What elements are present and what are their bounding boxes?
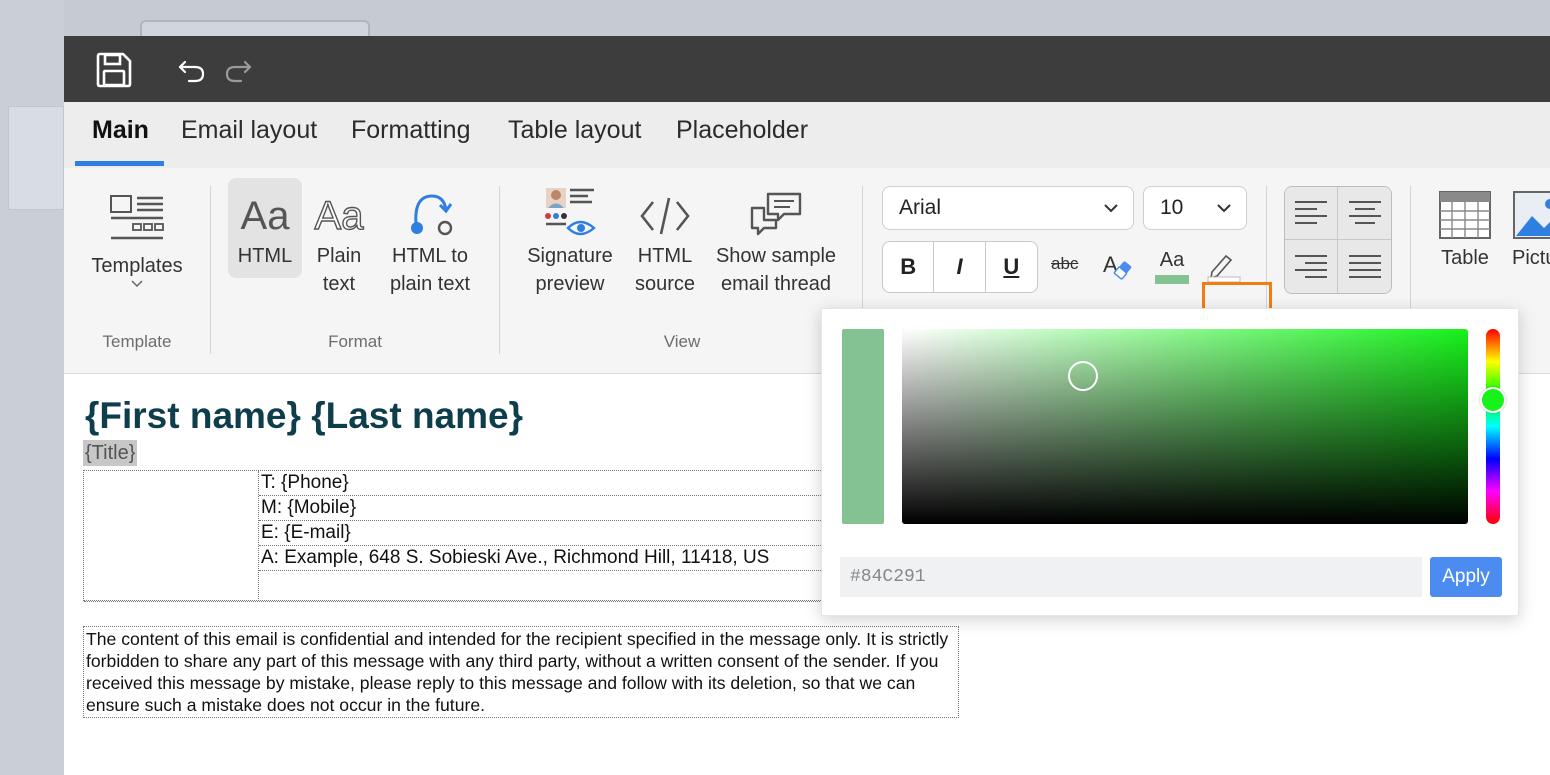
active-tab-indicator [75,161,164,166]
insert-table-button[interactable]: Table [1428,186,1502,272]
font-size-value: 10 [1160,196,1184,219]
html-to-plain-label-2: plain text [389,273,471,295]
chevron-down-icon [1104,204,1118,213]
paragraph-alignment-group [1284,186,1392,294]
table-icon [1439,191,1491,239]
show-sample-label-1: Show sample [715,245,837,267]
current-color-preview [842,329,884,524]
pencil-icon [1207,254,1241,283]
align-right-button[interactable] [1285,240,1338,293]
underline-button[interactable]: U [986,242,1037,292]
align-center-button[interactable] [1338,187,1391,240]
save-icon [96,52,132,88]
convert-icon [411,194,453,236]
disclaimer-text: The content of this email is confidentia… [83,626,959,718]
ribbon-tab-bar: Main Email layout Formatting Table layou… [64,102,1550,168]
html-source-label-2: source [634,273,696,295]
font-size-select[interactable]: 10 [1143,186,1247,230]
group-label-view: View [663,332,701,351]
signature-title-placeholder: {Title} [83,440,138,466]
tab-formatting[interactable]: Formatting [351,116,470,145]
align-center-icon [1348,201,1381,224]
align-right-icon [1295,254,1327,278]
color-picker-cursor[interactable] [1068,361,1098,391]
strikethrough-button[interactable]: abc [1051,254,1078,274]
align-left-icon [1295,201,1327,224]
align-left-button[interactable] [1285,187,1338,240]
hue-slider[interactable] [1486,329,1500,524]
html-format-icon: Aa [240,194,290,238]
redo-button[interactable] [216,48,260,92]
tab-email-layout[interactable]: Email layout [181,116,317,145]
hue-slider-thumb[interactable] [1480,387,1506,413]
templates-icon [110,195,164,240]
signature-preview-icon [545,188,596,236]
show-sample-email-thread-button[interactable]: Show sample email thread [712,178,840,298]
font-color-label: Aa [1159,249,1185,271]
html-to-plain-text-button[interactable]: HTML to plain text [382,178,478,298]
tab-placeholder[interactable]: Placeholder [676,116,808,145]
undo-icon [178,60,205,83]
justify-icon [1348,254,1381,278]
html-source-label-1: HTML [637,245,693,267]
insert-table-label: Table [1441,247,1489,269]
group-label-template: Template [102,332,172,351]
signature-preview-button[interactable]: Signature preview [522,178,618,298]
background-panel [8,106,64,210]
color-picker-popup: Apply [821,308,1519,616]
font-color-button[interactable]: Aa [1150,248,1194,288]
undo-button[interactable] [170,48,214,92]
italic-button[interactable]: I [934,242,986,292]
html-to-plain-label-1: HTML to [392,245,468,267]
picture-icon [1513,191,1550,239]
apply-button[interactable]: Apply [1430,557,1502,597]
title-bar [64,36,1550,102]
font-color-swatch [1155,275,1189,284]
saturation-value-area[interactable] [902,329,1468,524]
ribbon-separator [210,186,211,354]
bold-button[interactable]: B [883,242,935,292]
font-family-value: Arial [899,196,942,219]
plain-text-label-2: text [322,273,356,295]
chat-bubbles-icon [750,192,802,236]
templates-label: Templates [91,255,183,277]
photo-cell [84,471,259,601]
code-icon [640,197,690,235]
insert-picture-button[interactable]: Pictu [1510,186,1550,272]
html-format-button[interactable]: Aa HTML [228,178,302,278]
redo-icon [225,60,252,83]
hex-color-input[interactable] [840,557,1422,597]
show-sample-label-2: email thread [720,273,832,295]
tab-table-layout[interactable]: Table layout [508,116,641,145]
clear-formatting-icon: A [1103,252,1132,280]
signature-preview-label-1: Signature [527,245,613,267]
plain-text-label-1: Plain [316,245,362,267]
font-family-select[interactable]: Arial [882,186,1134,230]
justify-button[interactable] [1338,240,1391,293]
tab-main[interactable]: Main [92,116,149,145]
insert-picture-label: Pictu [1512,247,1550,269]
group-label-format: Format [328,332,382,351]
plain-text-icon: Aa [314,193,364,238]
signature-preview-label-2: preview [535,273,605,295]
plain-text-button[interactable]: Aa Plain text [306,178,372,298]
chevron-down-icon [1217,204,1231,213]
templates-button[interactable]: Templates [84,182,190,288]
text-style-group: B I U [882,241,1038,293]
ribbon-separator [499,186,500,354]
html-source-button[interactable]: HTML source [628,178,702,298]
save-button[interactable] [92,48,136,92]
clear-formatting-button[interactable]: A [1102,248,1136,287]
chevron-down-icon [131,280,143,288]
html-format-label: HTML [237,245,293,267]
